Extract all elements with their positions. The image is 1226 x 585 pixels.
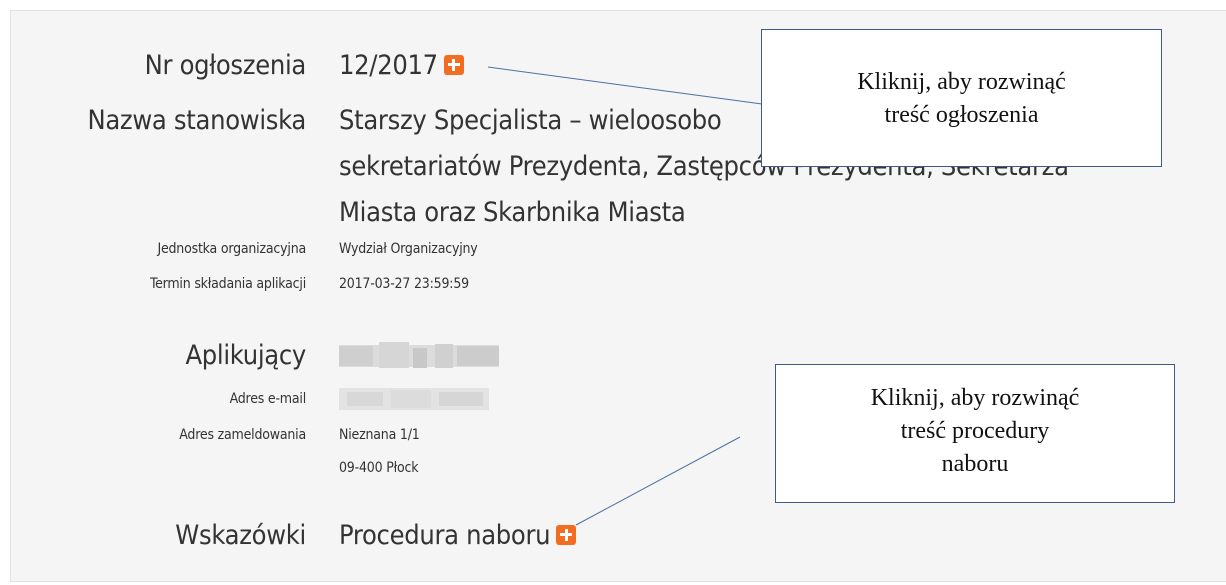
callout-top-line1: Kliknij, aby rozwinąć bbox=[857, 69, 1066, 95]
callout-procedure: Kliknij, aby rozwinąć treść procedury na… bbox=[775, 364, 1175, 503]
bottom-callout-line bbox=[575, 436, 741, 526]
callout-bottom-line3: naboru bbox=[941, 451, 1009, 477]
callout-bottom-line2: treść procedury bbox=[900, 418, 1050, 444]
callout-announcement: Kliknij, aby rozwinąć treść ogłoszenia bbox=[761, 29, 1162, 167]
top-callout-line bbox=[487, 66, 763, 105]
callout-bottom-line1: Kliknij, aby rozwinąć bbox=[870, 385, 1080, 411]
callout-top-line2: treść ogłoszenia bbox=[884, 102, 1039, 128]
